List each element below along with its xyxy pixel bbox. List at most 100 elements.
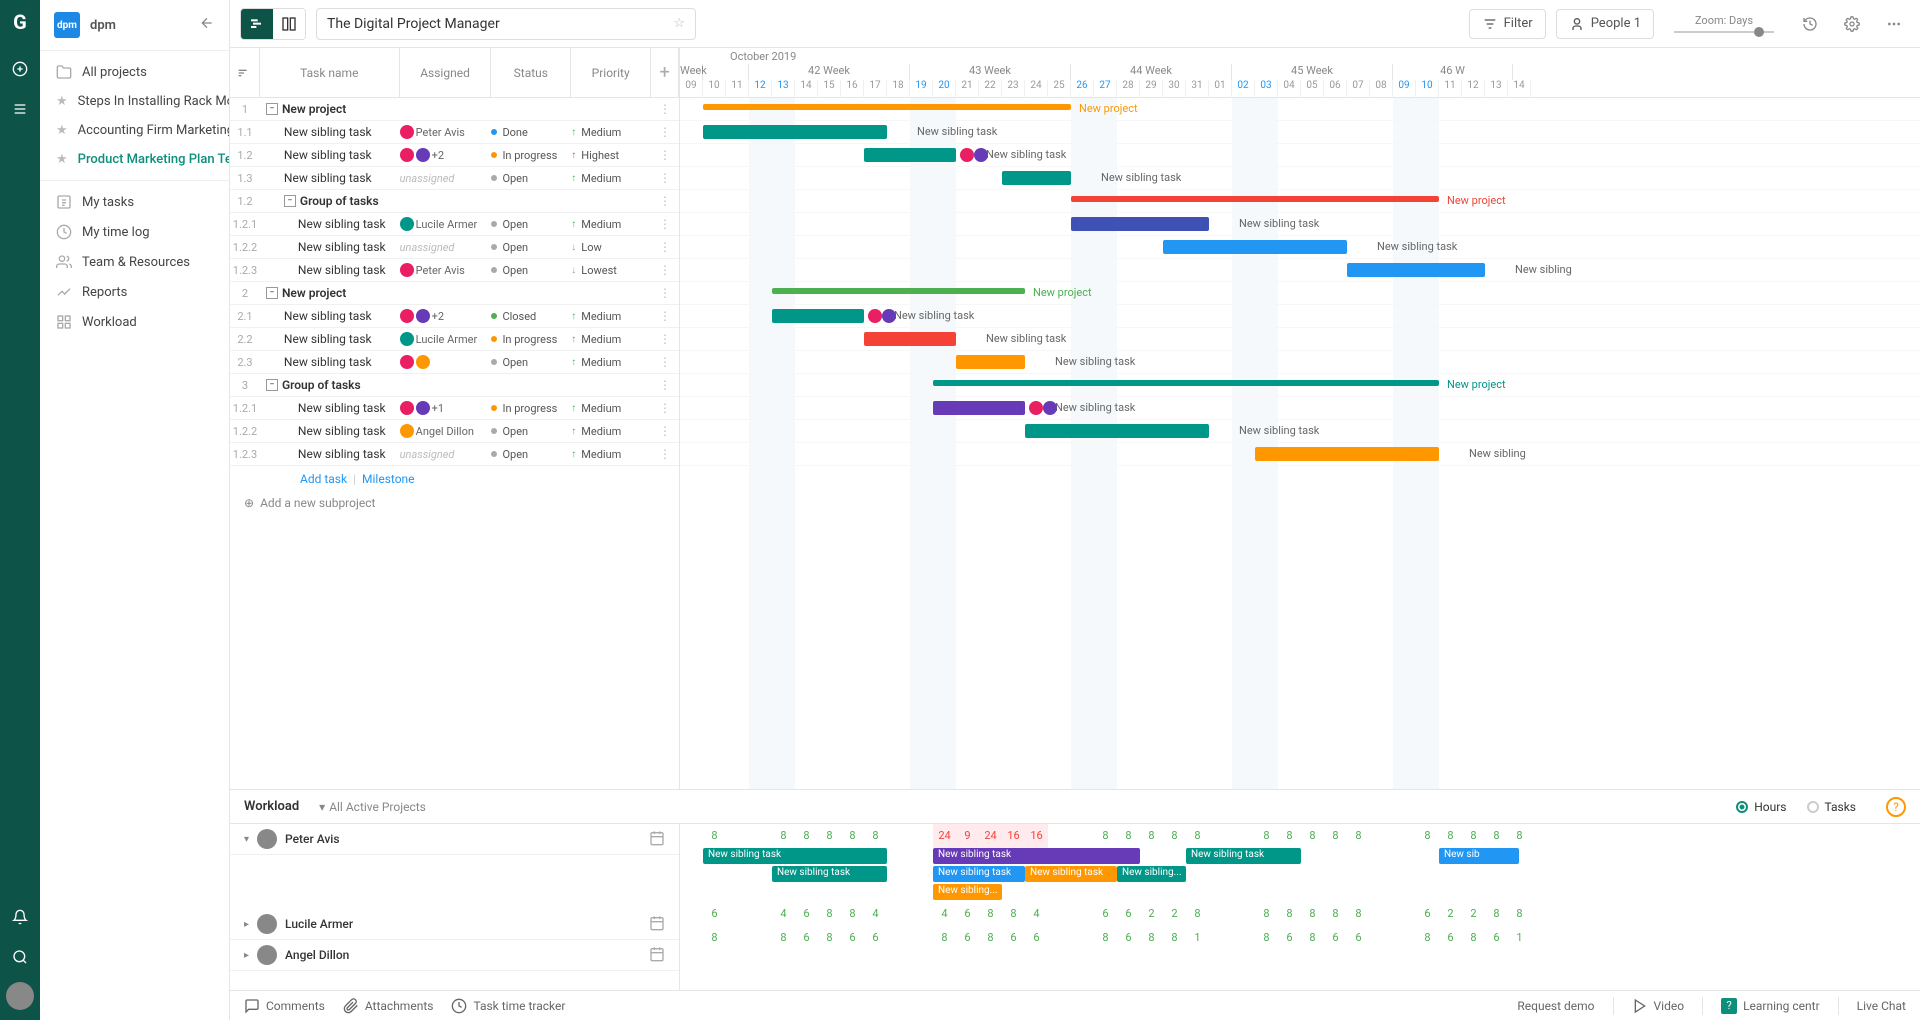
row-menu-icon[interactable]: ⋮ xyxy=(651,332,679,346)
workload-bar[interactable]: New sib xyxy=(1439,848,1519,864)
task-row[interactable]: 1.2.3 New sibling task Peter Avis Open ↓… xyxy=(230,259,679,282)
calendar-icon[interactable] xyxy=(649,915,665,934)
chevron-icon[interactable]: ▾ xyxy=(244,834,249,845)
help-icon[interactable]: ? xyxy=(1886,797,1906,817)
add-milestone-link[interactable]: Milestone xyxy=(362,472,415,486)
gantt-group-bar[interactable] xyxy=(1071,196,1439,202)
search-icon[interactable] xyxy=(5,942,35,972)
task-row[interactable]: 1 − New project ⋮ xyxy=(230,98,679,121)
add-subproject-button[interactable]: ⊕ Add a new subproject xyxy=(230,492,679,514)
sort-icon[interactable] xyxy=(230,48,260,97)
workload-person-row[interactable]: ▸Lucile Armer xyxy=(230,909,679,940)
row-menu-icon[interactable]: ⋮ xyxy=(651,286,679,300)
sidebar-favorite-0[interactable]: ★ Steps In Installing Rack Mo... xyxy=(40,87,229,116)
task-tracker-button[interactable]: Task time tracker xyxy=(451,998,565,1014)
back-button[interactable] xyxy=(199,15,215,35)
row-menu-icon[interactable]: ⋮ xyxy=(651,401,679,415)
chevron-icon[interactable]: ▸ xyxy=(244,919,249,930)
row-menu-icon[interactable]: ⋮ xyxy=(651,125,679,139)
task-row[interactable]: 1.2.3 New sibling task unassigned Open ↑… xyxy=(230,443,679,466)
sidebar-item-my-tasks[interactable]: My tasks xyxy=(40,187,229,217)
task-row[interactable]: 1.2.2 New sibling task unassigned Open ↓… xyxy=(230,236,679,259)
gantt-bar[interactable] xyxy=(864,332,956,346)
row-menu-icon[interactable]: ⋮ xyxy=(651,171,679,185)
workload-bar[interactable]: New sibling task xyxy=(703,848,887,864)
row-menu-icon[interactable]: ⋮ xyxy=(651,355,679,369)
workload-bar[interactable]: New sibling... xyxy=(1117,866,1186,882)
board-view-button[interactable] xyxy=(273,9,305,39)
row-menu-icon[interactable]: ⋮ xyxy=(651,148,679,162)
gantt-bar[interactable] xyxy=(933,401,1025,415)
add-task-link[interactable]: Add task xyxy=(300,472,347,486)
add-button[interactable] xyxy=(5,54,35,84)
gantt-group-bar[interactable] xyxy=(703,104,1071,110)
settings-icon[interactable] xyxy=(1836,9,1868,39)
task-row[interactable]: 1.3 New sibling task unassigned Open ↑Me… xyxy=(230,167,679,190)
row-menu-icon[interactable]: ⋮ xyxy=(651,309,679,323)
task-row[interactable]: 1.2 − Group of tasks ⋮ xyxy=(230,190,679,213)
row-menu-icon[interactable]: ⋮ xyxy=(651,447,679,461)
gantt-view-button[interactable] xyxy=(241,9,273,39)
calendar-icon[interactable] xyxy=(649,830,665,849)
workload-bar[interactable]: New sibling task xyxy=(1025,866,1117,882)
gantt-bar[interactable] xyxy=(1025,424,1209,438)
people-button[interactable]: People 1 xyxy=(1556,9,1654,39)
task-row[interactable]: 1.1 New sibling task Peter Avis Done ↑Me… xyxy=(230,121,679,144)
live-chat-link[interactable]: Live Chat xyxy=(1857,999,1906,1013)
row-menu-icon[interactable]: ⋮ xyxy=(651,424,679,438)
collapse-toggle[interactable]: − xyxy=(266,103,278,115)
task-row[interactable]: 1.2.2 New sibling task Angel Dillon Open… xyxy=(230,420,679,443)
request-demo-link[interactable]: Request demo xyxy=(1517,999,1594,1013)
sidebar-item-all-projects[interactable]: All projects xyxy=(40,57,229,87)
filter-button[interactable]: Filter xyxy=(1469,9,1546,39)
gantt-chart[interactable]: October 2019 Week42 Week43 Week44 Week45… xyxy=(680,48,1920,789)
collapse-toggle[interactable]: − xyxy=(266,287,278,299)
col-task-name[interactable]: Task name xyxy=(260,48,400,97)
task-row[interactable]: 2.2 New sibling task Lucile Armer In pro… xyxy=(230,328,679,351)
gantt-bar[interactable] xyxy=(864,148,956,162)
sidebar-item-time-log[interactable]: My time log xyxy=(40,217,229,247)
comments-button[interactable]: Comments xyxy=(244,998,325,1014)
workload-person-row[interactable]: ▸Angel Dillon xyxy=(230,940,679,971)
gantt-bar[interactable] xyxy=(1163,240,1347,254)
gantt-bar[interactable] xyxy=(1347,263,1485,277)
sidebar-item-reports[interactable]: Reports xyxy=(40,277,229,307)
add-column-button[interactable]: + xyxy=(651,48,679,97)
gantt-bar[interactable] xyxy=(1002,171,1071,185)
gantt-group-bar[interactable] xyxy=(772,288,1025,294)
task-row[interactable]: 2.1 New sibling task +2 Closed ↑Medium ⋮ xyxy=(230,305,679,328)
workload-bar[interactable]: New sibling task xyxy=(933,866,1025,882)
task-row[interactable]: 3 − Group of tasks ⋮ xyxy=(230,374,679,397)
gantt-bar[interactable] xyxy=(956,355,1025,369)
user-avatar[interactable] xyxy=(6,982,34,1010)
gantt-bar[interactable] xyxy=(703,125,887,139)
task-row[interactable]: 2.3 New sibling task Open ↑Medium ⋮ xyxy=(230,351,679,374)
video-link[interactable]: Video xyxy=(1632,998,1685,1014)
gantt-bar[interactable] xyxy=(1255,447,1439,461)
sidebar-item-team[interactable]: Team & Resources xyxy=(40,247,229,277)
task-row[interactable]: 2 − New project ⋮ xyxy=(230,282,679,305)
bell-icon[interactable] xyxy=(5,902,35,932)
workload-bar[interactable]: New sibling... xyxy=(933,884,1002,900)
col-priority[interactable]: Priority xyxy=(571,48,651,97)
menu-button[interactable] xyxy=(5,94,35,124)
workload-bar[interactable]: New sibling task xyxy=(772,866,887,882)
sidebar-favorite-2[interactable]: ★ Product Marketing Plan Te... xyxy=(40,145,229,174)
row-menu-icon[interactable]: ⋮ xyxy=(651,194,679,208)
radio-tasks[interactable]: Tasks xyxy=(1807,800,1857,814)
attachments-button[interactable]: Attachments xyxy=(343,998,434,1014)
project-title-box[interactable]: The Digital Project Manager ☆ xyxy=(316,8,696,40)
workload-filter[interactable]: ▾ All Active Projects xyxy=(319,800,426,814)
gantt-group-bar[interactable] xyxy=(933,380,1439,386)
row-menu-icon[interactable]: ⋮ xyxy=(651,378,679,392)
calendar-icon[interactable] xyxy=(649,946,665,965)
collapse-toggle[interactable]: − xyxy=(266,379,278,391)
workload-bar[interactable]: New sibling task xyxy=(933,848,1140,864)
gantt-bar[interactable] xyxy=(1071,217,1209,231)
workload-bar[interactable]: New sibling task xyxy=(1186,848,1301,864)
more-icon[interactable] xyxy=(1878,9,1910,39)
row-menu-icon[interactable]: ⋮ xyxy=(651,217,679,231)
sidebar-item-workload[interactable]: Workload xyxy=(40,307,229,337)
task-row[interactable]: 1.2.1 New sibling task Lucile Armer Open… xyxy=(230,213,679,236)
workload-person-row[interactable]: ▾Peter Avis xyxy=(230,824,679,855)
